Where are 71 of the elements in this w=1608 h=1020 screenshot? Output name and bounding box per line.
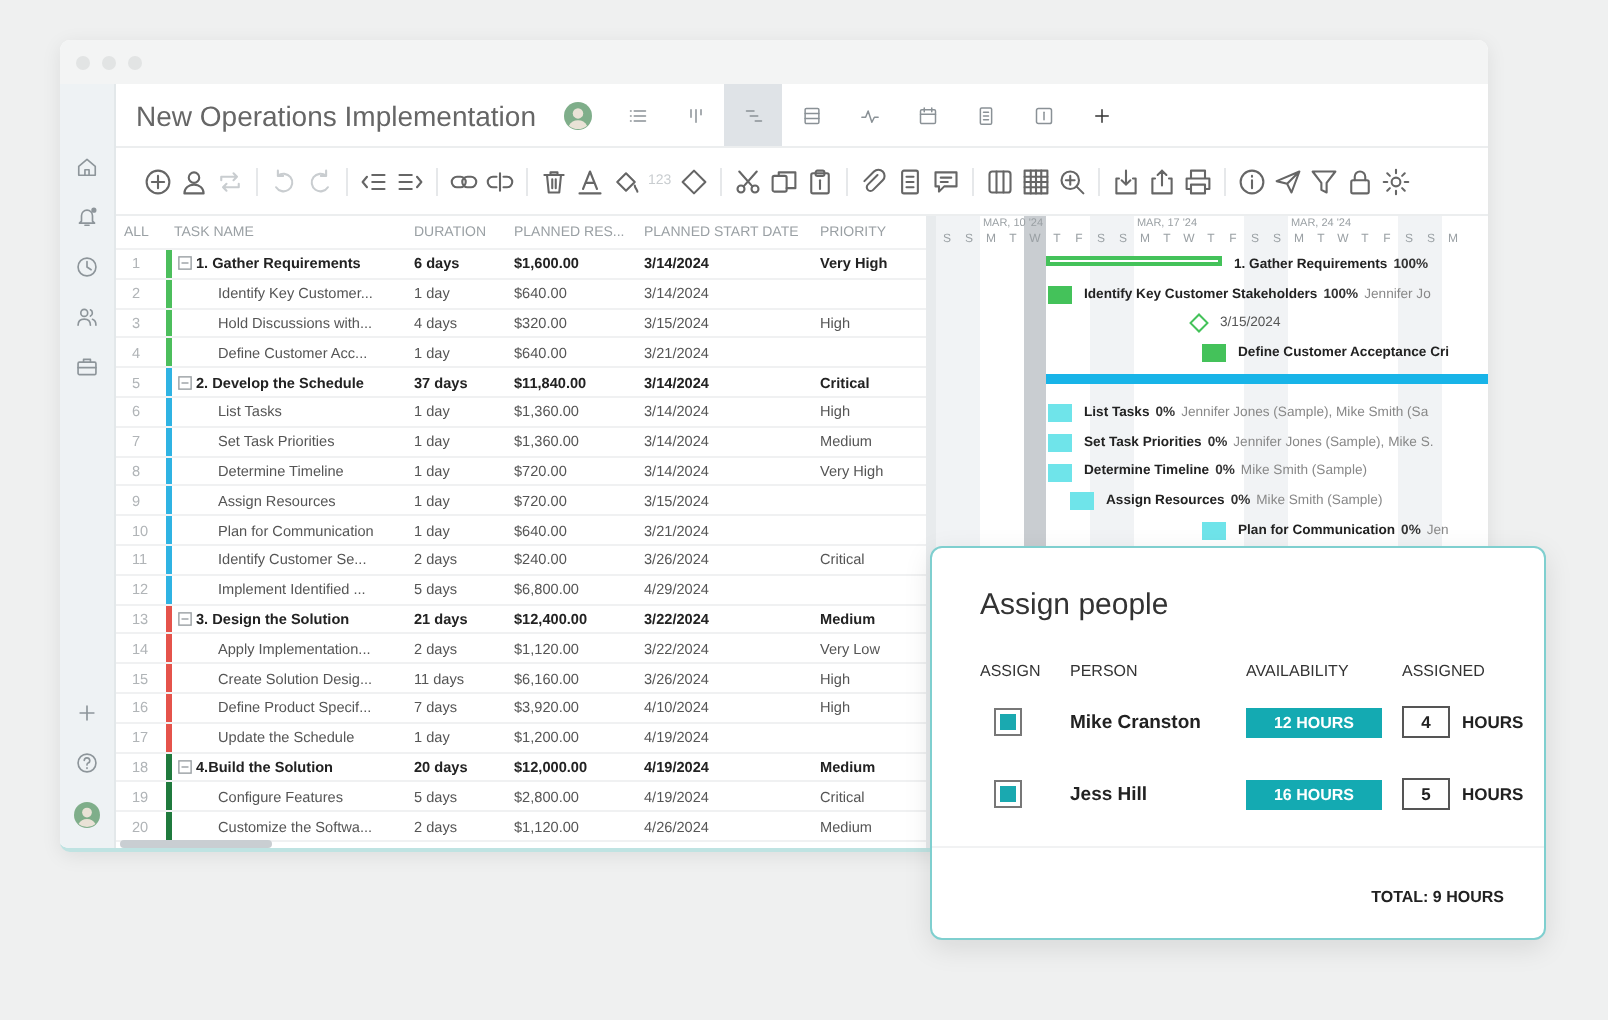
settings-icon[interactable] [1381,167,1410,195]
zoom-icon[interactable] [1057,167,1086,195]
import-icon[interactable] [1111,167,1140,195]
hours-input[interactable]: 4 [1402,706,1450,738]
project-title: New Operations Implementation [136,99,536,131]
person-name: Mike Cranston [1070,711,1201,733]
copy-icon[interactable] [769,167,798,195]
column-header: AVAILABILITY [1246,659,1351,683]
columns-icon[interactable] [985,167,1014,195]
task-bar[interactable] [1048,403,1072,422]
document-icon[interactable] [895,167,924,195]
paint-bucket-icon[interactable] [612,167,640,195]
document-icon[interactable] [975,105,995,125]
dialog-title: Assign people [980,588,1171,622]
printer-icon[interactable] [1183,167,1212,195]
text-color-icon[interactable] [576,167,604,195]
lock-icon[interactable] [1345,167,1374,195]
people-icon[interactable] [76,306,98,328]
export-icon[interactable] [1147,167,1176,195]
collapse-icon[interactable] [178,759,192,774]
board-icon[interactable] [685,105,705,125]
availability-badge: 16 HOURS [1246,779,1382,809]
assign-checkbox[interactable] [994,708,1022,736]
paperclip-icon[interactable] [859,167,888,195]
plus-circle-icon[interactable] [144,167,172,195]
hours-unit: HOURS [1462,784,1524,804]
unlink-icon[interactable] [486,167,514,195]
scrollbar[interactable] [120,840,272,848]
panel-icon[interactable] [1033,105,1053,125]
table-icon[interactable] [801,105,821,125]
collapse-icon[interactable] [178,375,192,390]
trash-icon[interactable] [540,167,568,195]
person-icon[interactable] [180,167,208,195]
user-avatar[interactable] [564,101,592,129]
collapse-icon[interactable] [178,611,192,626]
hours-unit: HOURS [1462,712,1524,732]
activity-icon[interactable] [859,105,879,125]
scissors-icon[interactable] [733,167,762,195]
help-icon[interactable] [76,752,98,774]
calendar-icon[interactable] [917,105,937,125]
availability-badge: 12 HOURS [1246,707,1382,737]
paper-plane-icon[interactable] [1273,167,1302,195]
add-icon[interactable] [1091,105,1111,125]
grid-icon[interactable] [1021,167,1050,195]
column-header: ASSIGN [980,659,1043,683]
clipboard-icon[interactable] [805,167,834,195]
gantt-icon[interactable] [743,105,763,125]
clock-icon[interactable] [76,256,98,278]
person-name: Jess Hill [1070,783,1148,805]
briefcase-icon[interactable] [76,356,98,378]
task-bar[interactable] [1048,433,1072,452]
task-bar[interactable] [1070,492,1094,511]
column-header: PERSON [1070,659,1140,683]
comment-icon[interactable] [931,167,960,195]
task-bar[interactable] [1202,522,1226,541]
assign-checkbox[interactable] [994,780,1022,808]
task-bar[interactable] [1048,285,1072,304]
collapse-icon[interactable] [178,256,192,271]
task-bar[interactable] [1202,344,1226,363]
bell-icon[interactable] [76,206,98,228]
list-icon[interactable] [627,105,647,125]
filter-icon[interactable] [1309,167,1338,195]
user-avatar[interactable] [74,802,100,828]
diamond-icon[interactable] [679,167,708,195]
summary-bar[interactable] [1046,256,1222,266]
task-bar[interactable] [1048,463,1072,482]
hours-input[interactable]: 5 [1402,778,1450,810]
total-hours: TOTAL: 9 HOURS [1369,888,1504,906]
column-header: ASSIGNED [1400,659,1487,683]
info-icon[interactable] [1237,167,1266,195]
home-icon[interactable] [76,156,98,178]
